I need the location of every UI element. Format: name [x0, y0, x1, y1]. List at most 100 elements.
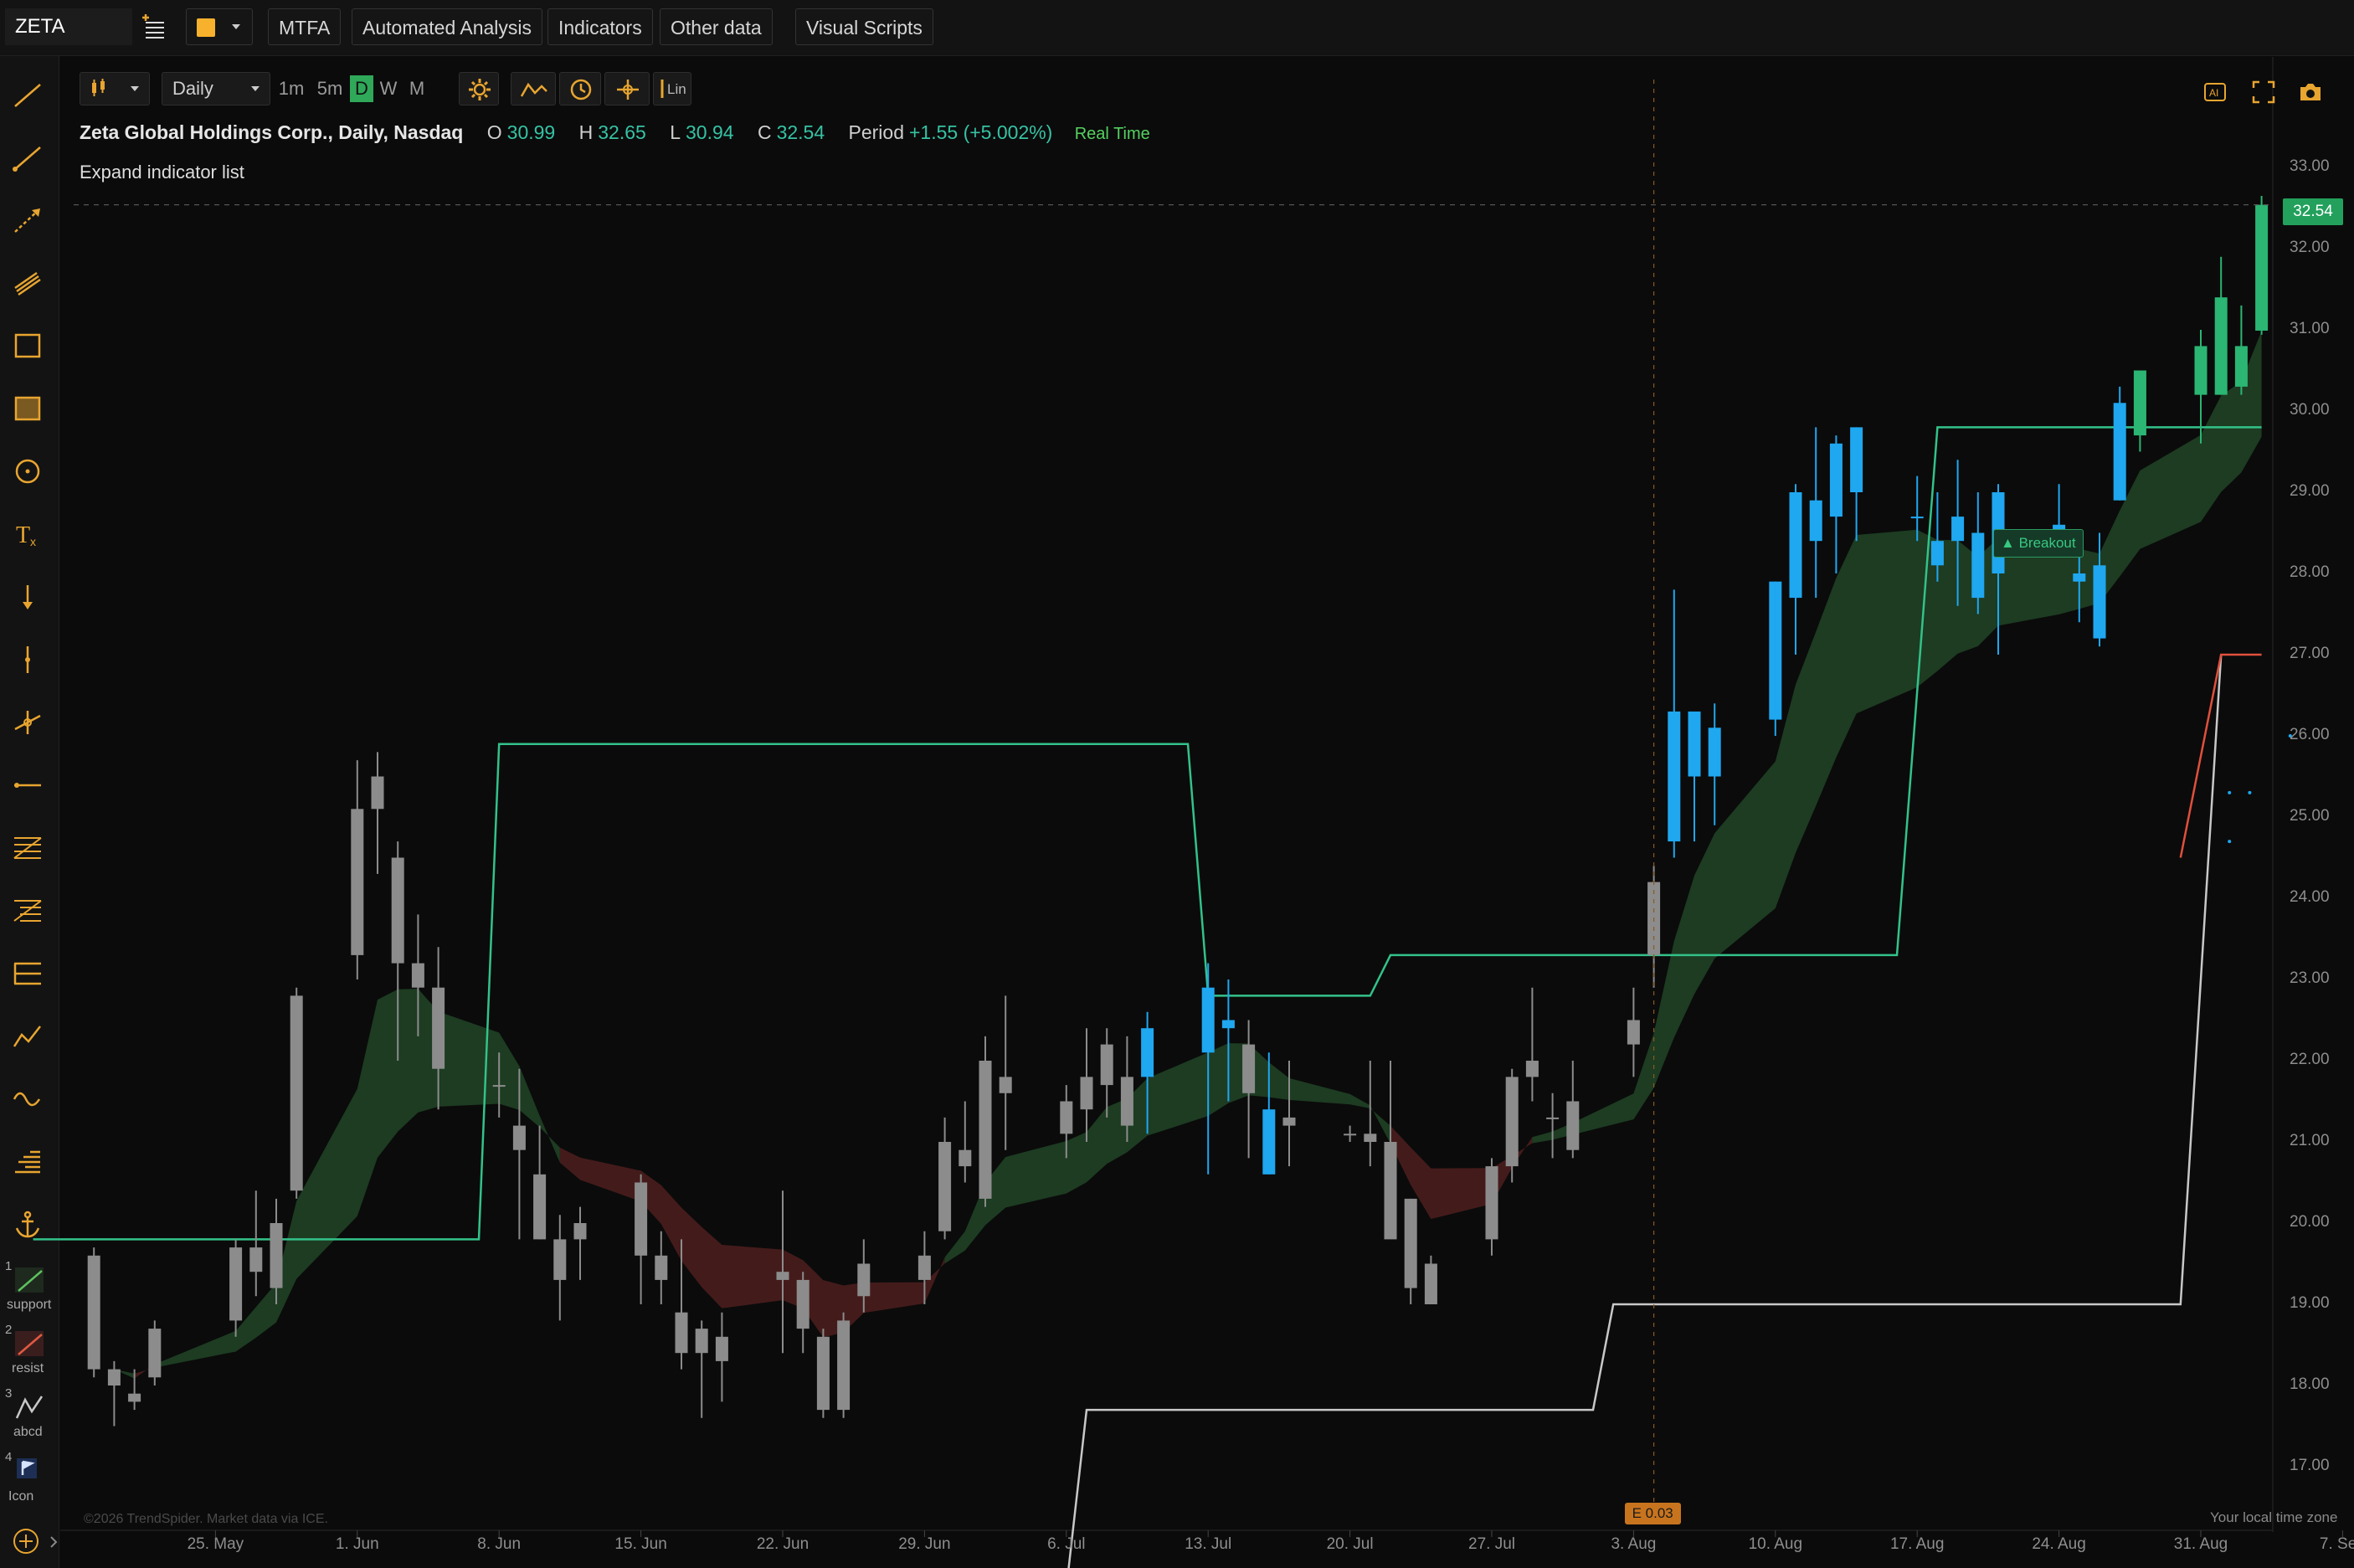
fullscreen-button[interactable] — [2250, 79, 2277, 110]
date-tick-label: 6. Jul — [1047, 1535, 1086, 1553]
mtfa-button[interactable]: MTFA — [268, 8, 342, 45]
crosshair-icon — [617, 80, 639, 100]
fibonacci-tool[interactable] — [0, 826, 59, 868]
automated-analysis-button[interactable]: Automated Analysis — [352, 8, 543, 45]
candle-body — [1668, 711, 1681, 842]
filled-rectangle-icon — [14, 396, 41, 421]
earnings-marker[interactable]: E 0.03 — [1624, 1503, 1681, 1524]
price-chart[interactable] — [0, 0, 2354, 1568]
polyline-tool[interactable] — [0, 1015, 59, 1056]
fib-extension-tool[interactable] — [0, 889, 59, 931]
add-tool-button[interactable] — [12, 1527, 40, 1555]
price-tick-label: 29.00 — [2290, 482, 2330, 500]
timeframe-m[interactable]: M — [405, 75, 429, 102]
price-tick-label: 33.00 — [2290, 157, 2330, 175]
date-tick-label: 13. Jul — [1185, 1535, 1232, 1553]
snapshot-button[interactable] — [2297, 79, 2324, 110]
candle-body — [1221, 1020, 1235, 1029]
volume-profile-icon — [15, 1150, 40, 1174]
date-tick-label: 15. Jun — [614, 1535, 667, 1553]
projection-dot — [2228, 790, 2232, 794]
candle-body — [492, 1085, 506, 1087]
date-tick-label: 20. Jul — [1326, 1535, 1374, 1553]
breakout-label[interactable]: ▲ Breakout — [1993, 529, 2084, 558]
filled-rectangle-tool[interactable] — [0, 387, 59, 429]
candle-body — [270, 1223, 283, 1288]
wave-tool[interactable] — [0, 1077, 59, 1119]
vertical-line-tool[interactable] — [0, 638, 59, 680]
horizontal-line-tool[interactable] — [0, 763, 59, 805]
candle-body — [371, 776, 384, 810]
candle-body — [1708, 727, 1721, 777]
channel-icon — [14, 271, 41, 296]
breakout-text: Breakout — [2018, 535, 2076, 551]
date-tick-label: 3. Aug — [1611, 1535, 1657, 1553]
icon-tool-slot[interactable] — [0, 1457, 59, 1490]
fibonacci-icon — [13, 837, 42, 859]
replay-button[interactable] — [559, 72, 601, 105]
resist-tool-slot[interactable] — [0, 1329, 59, 1363]
candle-body — [1566, 1101, 1580, 1150]
candle-body — [290, 995, 303, 1191]
price-range-tool[interactable] — [0, 952, 59, 994]
color-picker-button[interactable] — [186, 8, 253, 45]
crosshair-mode-button[interactable] — [604, 72, 650, 105]
channel-tool[interactable] — [0, 261, 59, 303]
timeframe-5m[interactable]: 5m — [315, 75, 345, 102]
candle-body — [107, 1369, 121, 1385]
support-slot-label: support — [7, 1298, 52, 1312]
candle-body — [1951, 517, 1965, 542]
watchlist-icon[interactable] — [137, 11, 171, 44]
svg-text:x: x — [30, 535, 36, 548]
cloud-bear-segment — [134, 1364, 155, 1379]
indicator-style-button[interactable] — [511, 72, 556, 105]
instrument-title: Zeta Global Holdings Corp., Daily, Nasda… — [80, 121, 464, 143]
candle-body — [1546, 1117, 1560, 1119]
abcd-tool-slot[interactable] — [0, 1393, 59, 1427]
candle-body — [979, 1061, 992, 1199]
candle-body — [1525, 1061, 1539, 1077]
ai-assistant-button[interactable]: AI — [2202, 79, 2228, 110]
date-tick-label: 25. May — [187, 1535, 244, 1553]
support-tool-slot[interactable] — [0, 1266, 59, 1299]
camera-icon — [2300, 84, 2321, 100]
trendline-tool[interactable] — [0, 73, 59, 115]
clock-icon — [570, 79, 592, 100]
candle-body — [1384, 1142, 1397, 1240]
crosshair-tool[interactable] — [0, 701, 59, 743]
candle-body — [816, 1336, 830, 1411]
candle-body — [1688, 711, 1701, 777]
expand-toolbar-button[interactable] — [49, 1534, 59, 1550]
other-data-button[interactable]: Other data — [660, 8, 773, 45]
candle-body — [1080, 1077, 1093, 1110]
candle-body — [1282, 1117, 1296, 1126]
timeframe-w[interactable]: W — [377, 75, 400, 102]
volume-profile-tool[interactable] — [0, 1140, 59, 1182]
text-tool[interactable]: Tx — [0, 512, 59, 554]
symbol-input[interactable]: ZETA — [5, 8, 132, 45]
projection-dot — [2248, 790, 2252, 794]
scale-mode-button[interactable]: Lin — [653, 72, 691, 105]
circle-tool[interactable] — [0, 450, 59, 491]
arrow-line-icon — [14, 208, 40, 233]
chart-type-button[interactable] — [80, 72, 150, 105]
cloud-bear-segment — [559, 1147, 945, 1338]
anchor-tool[interactable] — [0, 1203, 59, 1245]
candlestick-icon — [92, 79, 105, 96]
rectangle-tool[interactable] — [0, 324, 59, 366]
expand-indicator-list-link[interactable]: Expand indicator list — [80, 162, 244, 183]
price-tick-label: 25.00 — [2290, 807, 2330, 825]
indicators-button[interactable]: Indicators — [547, 8, 653, 45]
wave-icon — [13, 1092, 41, 1107]
timeframe-1m[interactable]: 1m — [276, 75, 306, 102]
arrow-down-tool[interactable] — [0, 575, 59, 617]
arrow-line-tool[interactable] — [0, 198, 59, 240]
timeframe-d[interactable]: D — [350, 75, 373, 102]
chevron-down-icon — [251, 86, 260, 91]
ray-tool[interactable] — [0, 136, 59, 177]
candle-body — [1769, 581, 1782, 720]
interval-select[interactable]: Daily — [162, 72, 270, 105]
open-label: O — [486, 121, 502, 143]
chart-settings-button[interactable] — [459, 72, 499, 105]
visual-scripts-button[interactable]: Visual Scripts — [795, 8, 933, 45]
